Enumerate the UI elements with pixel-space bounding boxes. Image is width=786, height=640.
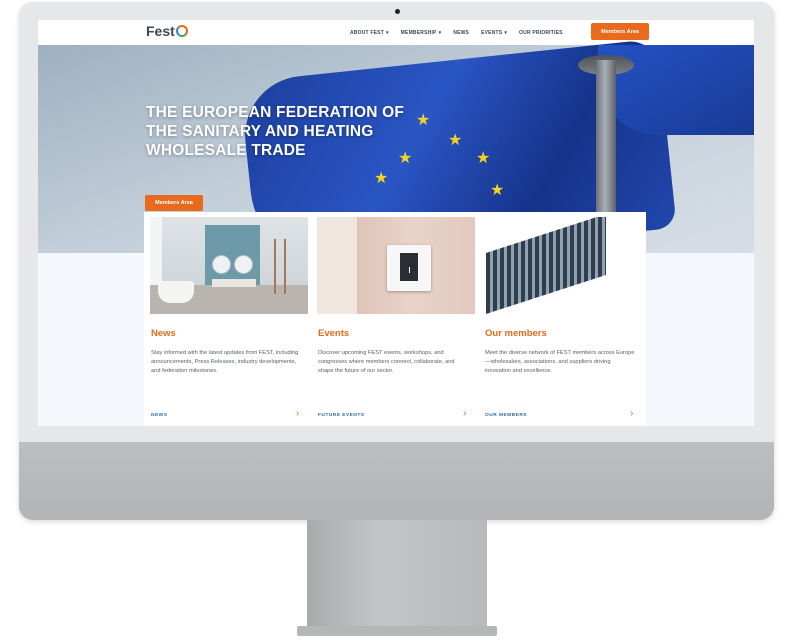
card-link-future-events[interactable]: FUTURE EVENTS: [318, 413, 364, 418]
chevron-down-icon: ▾: [438, 29, 442, 36]
card-text: Discover upcoming FEST events, workshops…: [318, 350, 455, 374]
thermostat-image: [317, 217, 475, 314]
bathroom-image: [150, 217, 308, 314]
site-header: Fest ABOUT FEST ▾ MEMBERSHIP ▾ NEWS EVENTS…: [38, 20, 754, 45]
monitor-stand-base: [297, 626, 497, 636]
star-icon: ★: [476, 150, 491, 167]
card-news: News Stay informed with the latest updat…: [144, 212, 311, 426]
card-text: Stay informed with the latest updates fr…: [151, 350, 299, 374]
chevron-down-icon: ▾: [385, 29, 389, 36]
main-nav: ABOUT FEST ▾ MEMBERSHIP ▾ NEWS EVENTS ▾ OUR…: [350, 20, 563, 45]
card-title: Events: [318, 328, 350, 339]
feature-cards: News Stay informed with the latest updat…: [144, 212, 646, 426]
nav-item-membership[interactable]: MEMBERSHIP ▾: [401, 30, 442, 36]
chevron-down-icon: ▾: [504, 29, 508, 36]
card-our-members: Our members Meet the diverse network of …: [478, 212, 645, 426]
chevron-right-icon[interactable]: ›: [630, 408, 633, 419]
nav-label: EVENTS: [481, 29, 503, 36]
fest-logo[interactable]: Fest: [146, 23, 188, 39]
logo-mark-icon: [175, 25, 188, 37]
nav-item-news[interactable]: NEWS: [453, 30, 469, 36]
hero-title-line: THE SANITARY AND HEATING: [146, 123, 374, 140]
members-area-button[interactable]: Members Area: [591, 23, 649, 40]
chevron-right-icon[interactable]: ›: [463, 408, 466, 419]
card-link-our-members[interactable]: OUR MEMBERS: [485, 413, 527, 418]
monitor-chin: [19, 442, 774, 520]
nav-item-events[interactable]: EVENTS ▾: [481, 30, 507, 36]
nav-label: OUR PRIORITIES: [519, 29, 563, 36]
webcam-icon: [395, 9, 400, 14]
screen: Fest ABOUT FEST ▾ MEMBERSHIP ▾ NEWS EVENTS…: [38, 20, 754, 426]
monitor-stand: [307, 520, 487, 628]
card-text: Meet the diverse network of FEST members…: [485, 350, 635, 374]
chevron-right-icon[interactable]: ›: [296, 408, 299, 419]
nav-label: NEWS: [453, 29, 470, 36]
hero-title-line: THE EUROPEAN FEDERATION OF: [146, 104, 405, 121]
nav-item-about-fest[interactable]: ABOUT FEST ▾: [350, 30, 389, 36]
hero-members-area-button[interactable]: Members Area: [145, 195, 203, 211]
hero-title-line: WHOLESALE TRADE: [146, 142, 306, 159]
building-image: [484, 217, 642, 314]
logo-text: Fest: [146, 23, 175, 39]
card-title: Our members: [485, 328, 547, 339]
card-title: News: [151, 328, 176, 339]
star-icon: ★: [490, 182, 505, 199]
hero-title: THE EUROPEAN FEDERATION OF THE SANITARY …: [146, 103, 476, 160]
card-events: Events Discover upcoming FEST events, wo…: [311, 212, 478, 426]
nav-label: MEMBERSHIP: [400, 29, 437, 36]
star-icon: ★: [374, 170, 389, 187]
nav-label: ABOUT FEST: [350, 29, 384, 36]
nav-item-our-priorities[interactable]: OUR PRIORITIES: [519, 30, 563, 36]
card-link-news[interactable]: NEWS: [151, 413, 167, 418]
